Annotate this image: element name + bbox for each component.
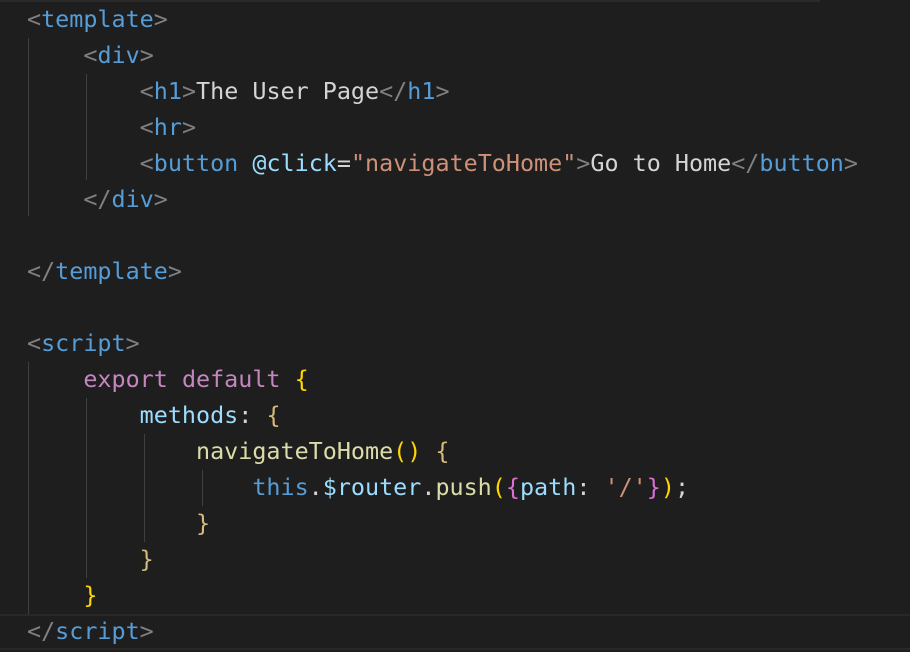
code-line: this.$router.push({path: '/'}); <box>252 473 690 501</box>
string-literal: '/' <box>604 473 647 501</box>
tag-name: script <box>55 617 140 645</box>
function-name: push <box>435 473 492 501</box>
code-line: <h1>The User Page</h1> <box>139 77 450 105</box>
tag-name: h1 <box>153 77 182 105</box>
code-line: } <box>83 581 98 609</box>
code-line: export default { <box>83 365 309 393</box>
code-line: <div> <box>83 41 154 69</box>
tag-name: button <box>759 149 844 177</box>
code-line: <button @click="navigateToHome">Go to Ho… <box>139 149 858 177</box>
tag-name: template <box>41 5 154 33</box>
attribute-name: @click <box>252 149 337 177</box>
function-name: navigateToHome <box>196 437 394 465</box>
tag-name: template <box>55 257 168 285</box>
code-line: } <box>196 509 211 537</box>
property-name: $router <box>322 473 422 501</box>
code-line: } <box>139 545 154 573</box>
property-name: methods <box>139 401 239 429</box>
code-line: <hr> <box>139 113 197 141</box>
tag-name: div <box>97 41 140 69</box>
keyword: default <box>181 365 281 393</box>
code-line: <script> <box>27 329 140 357</box>
code-line: </div> <box>83 185 168 213</box>
code-line: </template> <box>27 257 182 285</box>
code-editor[interactable]: <template> <div> <h1>The User Page</h1> … <box>0 0 910 652</box>
code-line: </script> <box>27 617 154 645</box>
tag-name: div <box>111 185 154 213</box>
tag-name: button <box>153 149 239 177</box>
code-line: <template> <box>27 5 168 33</box>
keyword: export <box>83 365 168 393</box>
text-content: The User Page <box>196 77 380 105</box>
property-name: path <box>519 473 577 501</box>
tag-name: hr <box>153 113 182 141</box>
code-line: methods: { <box>139 401 281 429</box>
tag-name: h1 <box>407 77 436 105</box>
text-content: Go to Home <box>590 149 732 177</box>
tag-name: script <box>41 329 126 357</box>
code-line: navigateToHome() { <box>196 437 450 465</box>
attribute-value: "navigateToHome" <box>350 149 577 177</box>
keyword: this <box>252 473 309 501</box>
